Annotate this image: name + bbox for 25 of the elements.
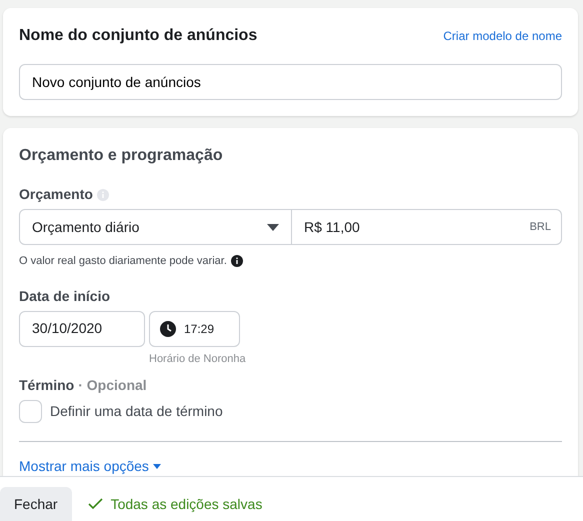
name-input-field[interactable]: Novo conjunto de anúncios <box>19 64 562 100</box>
info-icon <box>96 188 109 200</box>
field-label: Término <box>19 376 74 395</box>
card-title: Nome do conjunto de anúncios <box>19 26 258 46</box>
save-status-text: Todas as edições salvas <box>110 494 262 514</box>
caret-icon <box>152 464 161 469</box>
close-button[interactable]: Fechar <box>0 487 72 521</box>
hint-text: O valor real gasto diariamente pode variar. <box>19 254 227 269</box>
budget-type-dropdown[interactable]: Orçamento diário <box>19 209 292 245</box>
field-label: Orçamento <box>19 185 93 204</box>
clock-icon <box>160 320 176 336</box>
optional-text: · Opcional <box>78 376 147 395</box>
checkmark-icon <box>88 498 103 510</box>
date-input-field[interactable]: 30/10/2020 <box>19 310 145 346</box>
create-name-template-link[interactable]: Criar modelo de nome <box>443 27 562 45</box>
amount-input-field[interactable]: R$ 11,00 BRL <box>292 209 562 245</box>
time-input-field[interactable]: 17:29 <box>149 310 240 346</box>
timezone-text: Horário de Noronha <box>149 352 246 366</box>
caret-icon <box>267 224 279 230</box>
checkbox[interactable] <box>19 400 42 423</box>
field-label: Data de início <box>19 286 112 306</box>
card-title: Orçamento e programação <box>19 146 224 166</box>
checkbox-label: Definir uma data de término <box>50 402 223 421</box>
info-icon <box>230 255 243 268</box>
show-more-options-link[interactable]: Mostrar mais opções <box>19 456 161 477</box>
